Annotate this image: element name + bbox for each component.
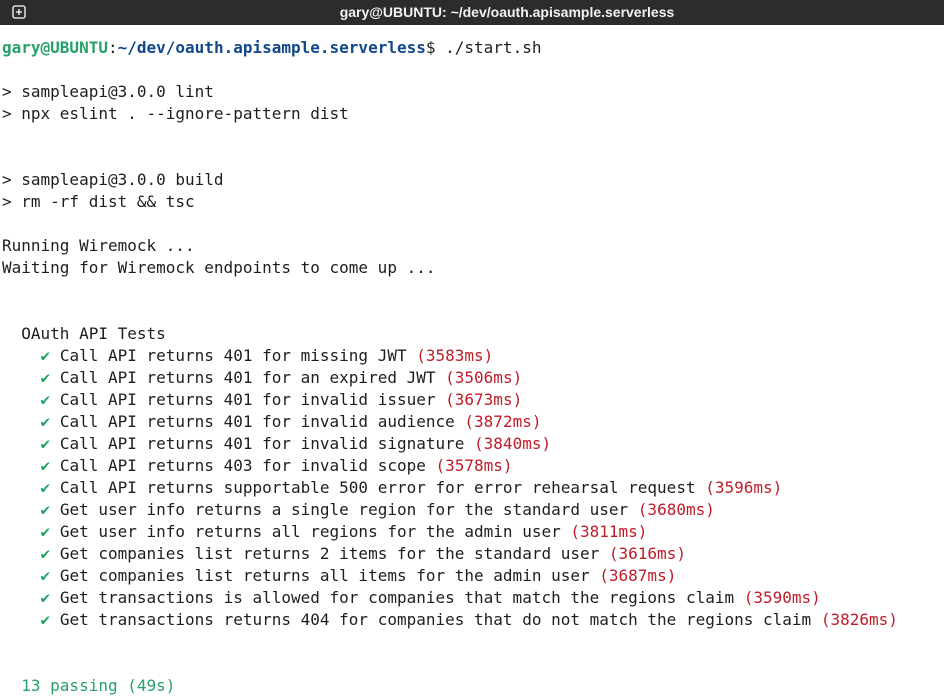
- build-script-line: > sampleapi@3.0.0 build: [2, 170, 224, 189]
- checkmark-icon: ✔: [40, 566, 51, 585]
- test-duration: (3673ms): [445, 390, 523, 409]
- test-result-row: ✔ Call API returns 401 for missing JWT (…: [2, 345, 944, 367]
- test-result-row: ✔ Call API returns 401 for invalid signa…: [2, 433, 944, 455]
- test-duration: (3596ms): [705, 478, 783, 497]
- test-duration: (3687ms): [599, 566, 677, 585]
- test-name: Get user info returns a single region fo…: [59, 500, 629, 519]
- test-result-row: ✔ Get transactions returns 404 for compa…: [2, 609, 944, 631]
- test-name: Get companies list returns all items for…: [59, 566, 590, 585]
- suite-title: OAuth API Tests: [2, 323, 944, 345]
- lint-script-line: > sampleapi@3.0.0 lint: [2, 82, 214, 101]
- prompt-path: ~/dev/oauth.apisample.serverless: [117, 38, 426, 57]
- checkmark-icon: ✔: [40, 390, 51, 409]
- test-result-row: ✔ Call API returns 403 for invalid scope…: [2, 455, 944, 477]
- prompt-line: gary@UBUNTU:~/dev/oauth.apisample.server…: [2, 37, 944, 59]
- build-command-line: > rm -rf dist && tsc: [2, 192, 195, 211]
- checkmark-icon: ✔: [40, 544, 51, 563]
- prompt-separator: :: [107, 38, 118, 57]
- terminal-output[interactable]: gary@UBUNTU:~/dev/oauth.apisample.server…: [0, 25, 944, 698]
- test-result-row: ✔ Call API returns 401 for invalid audie…: [2, 411, 944, 433]
- test-duration: (3872ms): [464, 412, 542, 431]
- test-result-row: ✔ Get transactions is allowed for compan…: [2, 587, 944, 609]
- test-name: Call API returns supportable 500 error f…: [59, 478, 696, 497]
- lint-command-line: > npx eslint . --ignore-pattern dist: [2, 104, 349, 123]
- checkmark-icon: ✔: [40, 412, 51, 431]
- test-duration: (3680ms): [637, 500, 715, 519]
- test-duration: (3583ms): [416, 346, 494, 365]
- test-name: Get transactions is allowed for companie…: [59, 588, 735, 607]
- test-name: Get transactions returns 404 for compani…: [59, 610, 812, 629]
- prompt-symbol: $: [425, 38, 436, 57]
- checkmark-icon: ✔: [40, 346, 51, 365]
- suite-title-text: OAuth API Tests: [21, 324, 166, 343]
- total-duration: (49s): [127, 676, 176, 695]
- test-duration: (3616ms): [608, 544, 686, 563]
- checkmark-icon: ✔: [40, 522, 51, 541]
- test-result-row: ✔ Get user info returns a single region …: [2, 499, 944, 521]
- test-results-list: ✔ Call API returns 401 for missing JWT (…: [2, 345, 944, 631]
- checkmark-icon: ✔: [40, 456, 51, 475]
- checkmark-icon: ✔: [40, 478, 51, 497]
- checkmark-icon: ✔: [40, 610, 51, 629]
- test-name: Call API returns 403 for invalid scope: [59, 456, 426, 475]
- test-name: Get companies list returns 2 items for t…: [59, 544, 600, 563]
- test-result-row: ✔ Get companies list returns 2 items for…: [2, 543, 944, 565]
- running-wiremock-line: Running Wiremock ...: [2, 236, 195, 255]
- test-result-row: ✔ Call API returns supportable 500 error…: [2, 477, 944, 499]
- checkmark-icon: ✔: [40, 368, 51, 387]
- test-name: Call API returns 401 for missing JWT: [59, 346, 407, 365]
- test-result-row: ✔ Call API returns 401 for an expired JW…: [2, 367, 944, 389]
- test-name: Get user info returns all regions for th…: [59, 522, 561, 541]
- prompt-command: ./start.sh: [435, 38, 542, 57]
- test-result-row: ✔ Call API returns 401 for invalid issue…: [2, 389, 944, 411]
- test-duration: (3811ms): [570, 522, 648, 541]
- waiting-wiremock-line: Waiting for Wiremock endpoints to come u…: [2, 258, 436, 277]
- checkmark-icon: ✔: [40, 434, 51, 453]
- test-name: Call API returns 401 for invalid audienc…: [59, 412, 455, 431]
- window-title: gary@UBUNTU: ~/dev/oauth.apisample.serve…: [339, 4, 675, 20]
- title-bar: gary@UBUNTU: ~/dev/oauth.apisample.serve…: [0, 0, 944, 25]
- summary-line: 13 passing (49s): [2, 675, 944, 697]
- checkmark-icon: ✔: [40, 588, 51, 607]
- test-duration: (3506ms): [445, 368, 523, 387]
- test-duration: (3826ms): [820, 610, 898, 629]
- test-duration: (3578ms): [435, 456, 513, 475]
- test-result-row: ✔ Get user info returns all regions for …: [2, 521, 944, 543]
- test-result-row: ✔ Get companies list returns all items f…: [2, 565, 944, 587]
- test-name: Call API returns 401 for an expired JWT: [59, 368, 436, 387]
- test-duration: (3590ms): [743, 588, 821, 607]
- test-duration: (3840ms): [474, 434, 552, 453]
- checkmark-icon: ✔: [40, 500, 51, 519]
- test-name: Call API returns 401 for invalid issuer: [59, 390, 436, 409]
- test-name: Call API returns 401 for invalid signatu…: [59, 434, 465, 453]
- prompt-user-host: gary@UBUNTU: [2, 38, 108, 57]
- passing-count: 13 passing: [21, 676, 118, 695]
